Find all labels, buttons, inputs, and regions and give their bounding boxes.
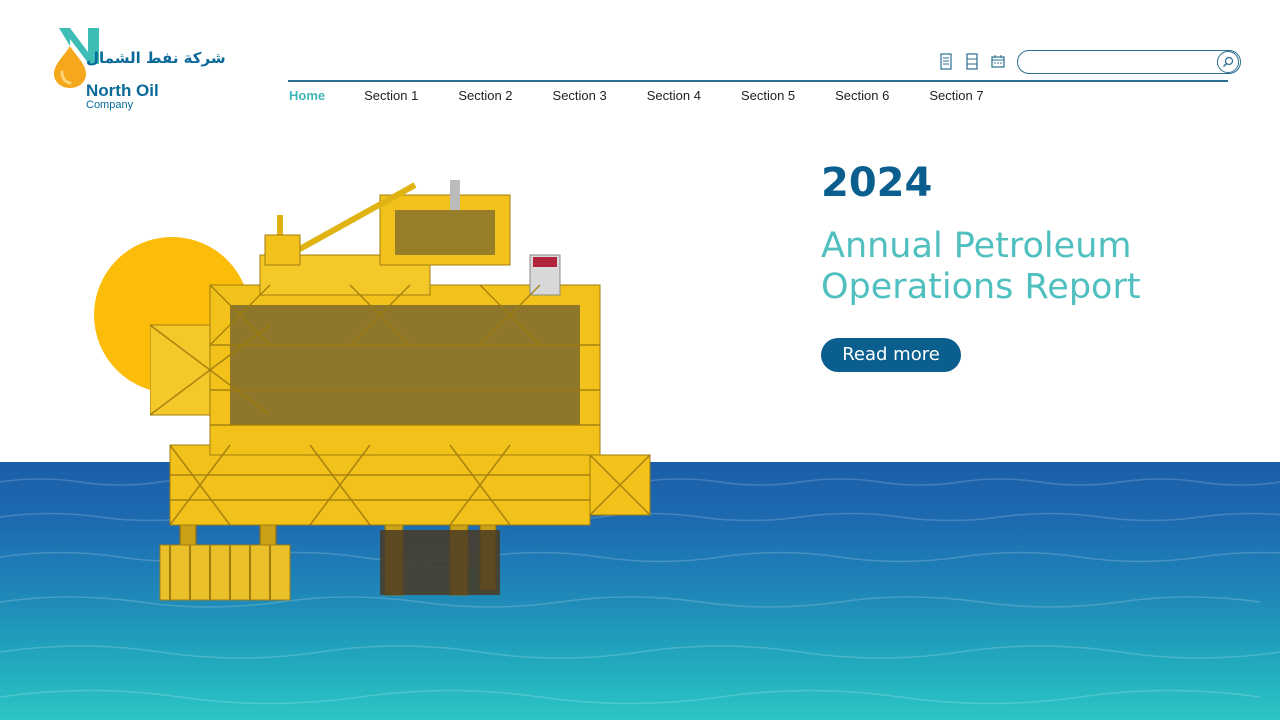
nav-divider [288,80,1228,82]
read-more-button[interactable]: Read more [821,338,961,372]
nav-item-section-6[interactable]: Section 6 [835,88,889,104]
logo-company-name: North Oil [86,81,159,100]
search-icon [1223,56,1234,67]
nav-item-section-2[interactable]: Section 2 [458,88,512,104]
company-logo[interactable]: شركة نفط الشمال North Oil Company [50,24,226,116]
main-nav: Home Section 1 Section 2 Section 3 Secti… [289,88,1024,104]
nav-item-section-4[interactable]: Section 4 [647,88,701,104]
report-year: 2024 [821,160,933,206]
report-title: Annual Petroleum Operations Report [821,226,1241,308]
logo-arabic-name: شركة نفط الشمال [86,49,226,67]
search-input[interactable] [1028,53,1218,71]
nav-item-section-5[interactable]: Section 5 [741,88,795,104]
nav-item-section-7[interactable]: Section 7 [929,88,983,104]
report-title-line-1: Annual Petroleum [821,226,1132,266]
nav-item-home[interactable]: Home [289,88,325,104]
header-tools [938,53,1006,70]
offshore-platform-image [150,180,651,601]
document-list-icon[interactable] [964,53,980,70]
search-box [1017,50,1241,74]
nav-item-section-1[interactable]: Section 1 [364,88,418,104]
search-button[interactable] [1217,51,1239,73]
logo-company-subtitle: Company [86,99,134,111]
nav-item-section-3[interactable]: Section 3 [553,88,607,104]
report-title-line-2: Operations Report [821,267,1141,307]
calendar-icon[interactable] [990,53,1006,70]
document-icon[interactable] [938,53,954,70]
